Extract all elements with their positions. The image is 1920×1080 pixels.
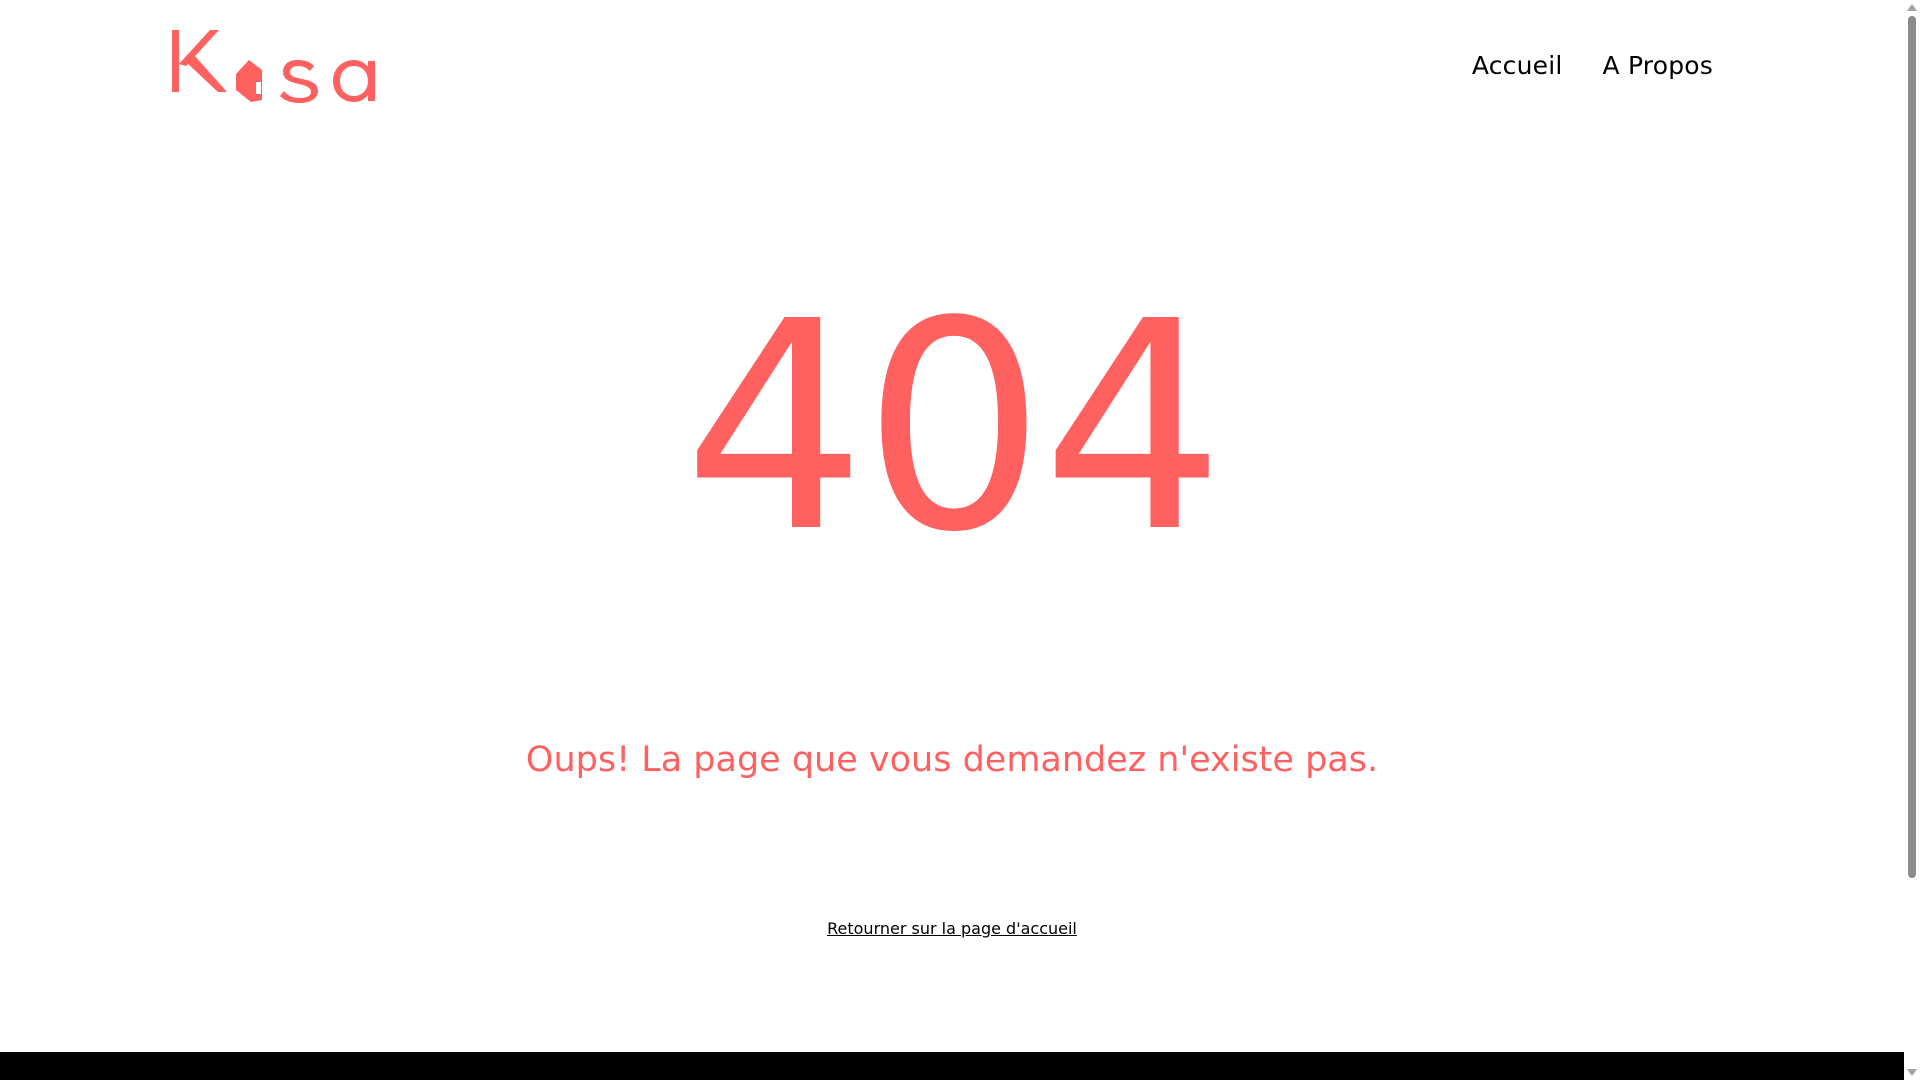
scroll-down-arrow-icon[interactable] — [1907, 1069, 1917, 1076]
viewport: Accueil A Propos 404 Oups! La page que v… — [0, 0, 1904, 1080]
page: Accueil A Propos 404 Oups! La page que v… — [0, 0, 1920, 1080]
vertical-scrollbar[interactable] — [1904, 0, 1920, 1080]
error-main: 404 Oups! La page que vous demandez n'ex… — [0, 0, 1904, 1080]
scrollbar-thumb[interactable] — [1908, 16, 1916, 878]
error-message: Oups! La page que vous demandez n'existe… — [525, 740, 1379, 780]
return-home-link[interactable]: Retourner sur la page d'accueil — [827, 919, 1077, 938]
scroll-up-arrow-icon[interactable] — [1907, 4, 1917, 11]
error-code: 404 — [683, 260, 1225, 595]
site-footer — [0, 1052, 1904, 1080]
home-link-container: Retourner sur la page d'accueil — [0, 917, 1904, 941]
